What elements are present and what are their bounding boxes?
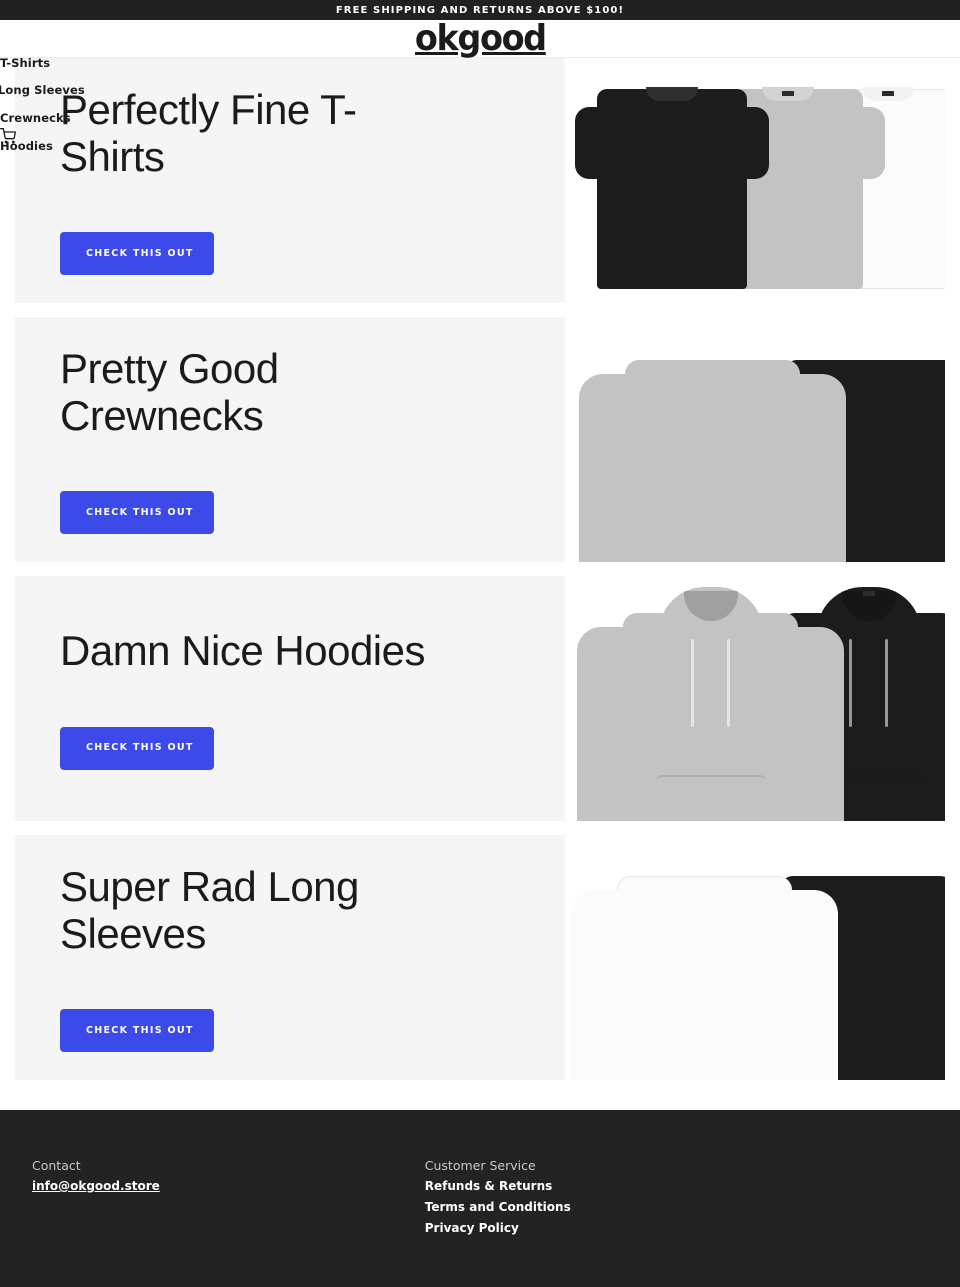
kangaroo-pocket [654, 775, 767, 821]
category-card-list: Perfectly Fine T-Shirts CHECK THIS OUT P… [0, 58, 960, 1080]
card-content: Perfectly Fine T-Shirts CHECK THIS OUT [60, 58, 530, 303]
card-title: Damn Nice Hoodies [60, 627, 426, 675]
hood-opening [683, 591, 738, 621]
drawstring-right [885, 639, 888, 727]
card-content: Damn Nice Hoodies CHECK THIS OUT [60, 576, 530, 821]
site-header: okgood [0, 20, 960, 58]
collar [646, 87, 698, 101]
card-title: Perfectly Fine T-Shirts [60, 85, 357, 180]
drawstring-right [727, 639, 730, 727]
neck-tag [862, 591, 875, 596]
drawstring-left [849, 639, 852, 727]
footer-column-contact: Contact info@okgood.store [32, 1158, 160, 1242]
footer-service-heading: Customer Service [424, 1158, 536, 1173]
category-card-crewnecks[interactable]: Pretty Good Crewnecks CHECK THIS OUT [15, 317, 945, 562]
check-this-out-button[interactable]: CHECK THIS OUT [60, 726, 214, 770]
card-content: Pretty Good Crewnecks CHECK THIS OUT [60, 317, 530, 562]
category-card-t-shirts[interactable]: Perfectly Fine T-Shirts CHECK THIS OUT [15, 58, 945, 303]
product-image-t-shirts [565, 58, 945, 303]
announcement-text: FREE SHIPPING AND RETURNS ABOVE $100! [335, 4, 625, 16]
check-this-out-button[interactable]: CHECK THIS OUT [60, 1009, 214, 1053]
nav-item-crewnecks[interactable]: Crewnecks [0, 112, 71, 125]
shopping-cart-icon[interactable] [0, 128, 16, 144]
tshirt-black [575, 87, 769, 289]
neck-tag [882, 91, 894, 96]
footer-column-customer-service: Customer Service Refunds & Returns Terms… [425, 1158, 571, 1242]
neck-tag [782, 91, 794, 96]
product-image-hoodies [565, 576, 945, 821]
card-content: Super Rad Long Sleeves CHECK THIS OUT [60, 835, 530, 1080]
crewneck-grey [579, 360, 846, 562]
footer-link-privacy-policy[interactable]: Privacy Policy [425, 1221, 571, 1235]
site-logo[interactable]: okgood [415, 20, 547, 57]
product-image-crewnecks [565, 317, 945, 562]
hood [658, 587, 763, 645]
footer-link-terms-and-conditions[interactable]: Terms and Conditions [425, 1200, 571, 1214]
card-title: Pretty Good Crewnecks [60, 344, 279, 439]
footer-contact-heading: Contact [32, 1158, 81, 1173]
card-title: Super Rad Long Sleeves [60, 862, 359, 957]
check-this-out-button[interactable]: CHECK THIS OUT [60, 491, 214, 535]
footer-link-refunds-returns[interactable]: Refunds & Returns [425, 1179, 571, 1193]
hoodie-grey [577, 587, 844, 821]
nav-item-t-shirts[interactable]: T-Shirts [0, 57, 50, 70]
site-footer: Contact info@okgood.store Customer Servi… [0, 1110, 960, 1287]
nav-item-long-sleeves[interactable]: Long Sleeves [0, 84, 85, 97]
drawstring-left [691, 639, 694, 727]
category-card-hoodies[interactable]: Damn Nice Hoodies CHECK THIS OUT [15, 576, 945, 821]
category-card-long-sleeves[interactable]: Super Rad Long Sleeves CHECK THIS OUT [15, 835, 945, 1080]
longsleeve-white [571, 876, 838, 1080]
check-this-out-button[interactable]: CHECK THIS OUT [60, 232, 214, 276]
footer-contact-email[interactable]: info@okgood.store [32, 1179, 160, 1193]
product-image-long-sleeves [565, 835, 945, 1080]
